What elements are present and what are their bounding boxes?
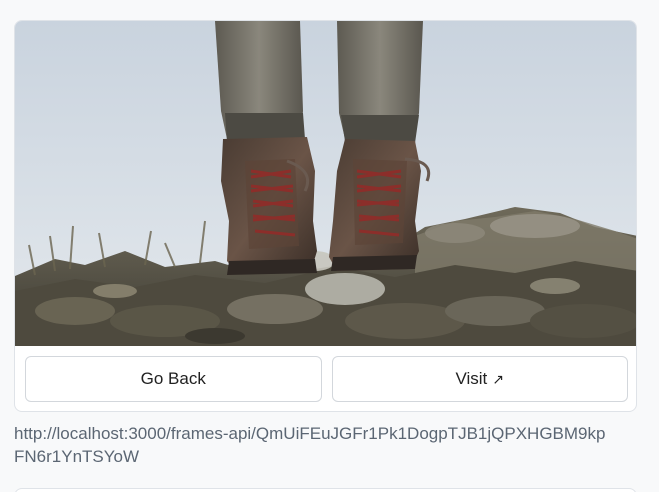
next-frame-card	[14, 488, 637, 492]
visit-label: Visit	[455, 369, 488, 388]
frame-button-row: Go Back Visit ↗	[25, 356, 628, 404]
go-back-button[interactable]: Go Back	[25, 356, 322, 402]
go-back-label: Go Back	[140, 369, 206, 388]
frame-card: Go Back Visit ↗	[14, 20, 637, 412]
external-link-icon: ↗	[492, 370, 505, 387]
frame-url: http://localhost:3000/frames-api/QmUiFEu…	[14, 424, 606, 466]
frame-image	[15, 21, 636, 346]
visit-button[interactable]: Visit ↗	[331, 356, 628, 402]
frames-page: Go Back Visit ↗ http://localhost:3000/fr…	[0, 0, 659, 492]
